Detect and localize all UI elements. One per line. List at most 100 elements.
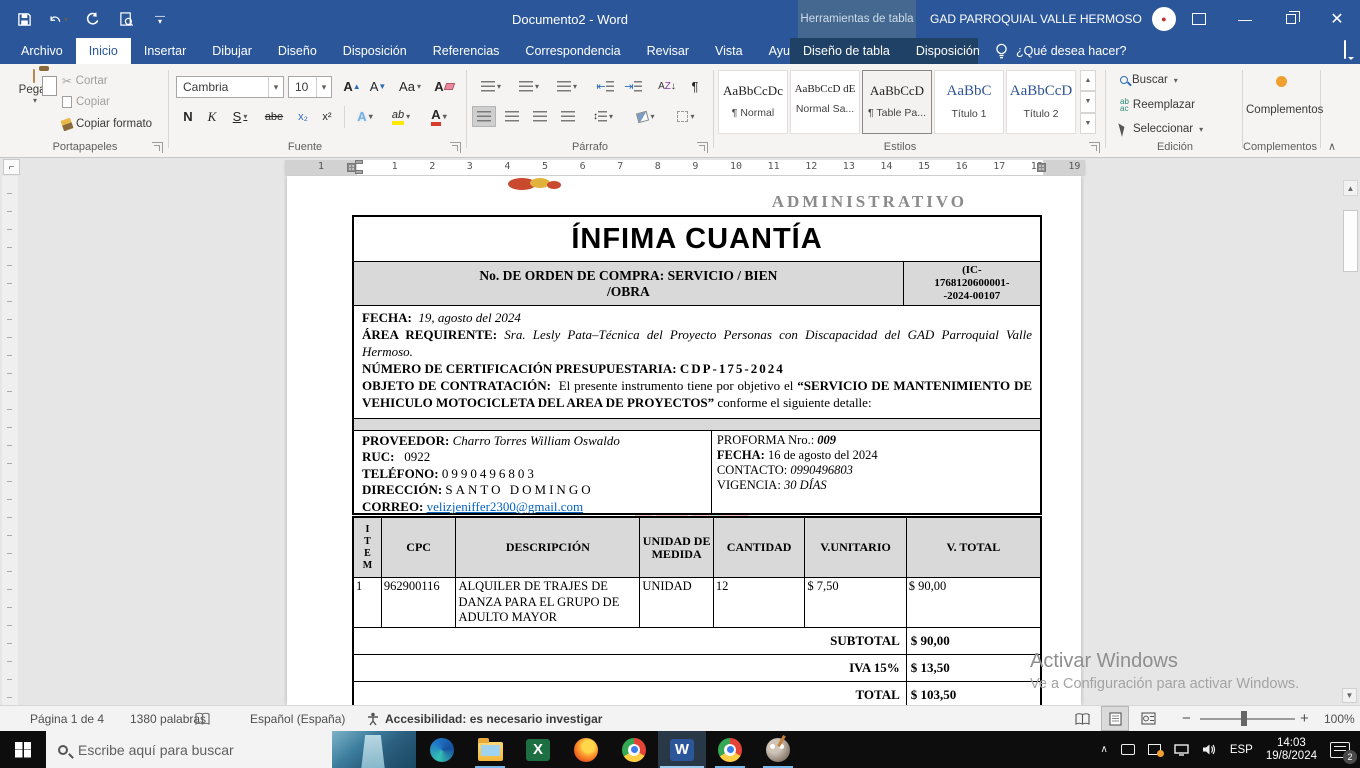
table-column-marker[interactable] (1037, 163, 1046, 172)
read-mode-icon[interactable] (1068, 706, 1096, 731)
language-indicator[interactable]: Español (España) (250, 706, 345, 731)
accessibility-status[interactable]: Accesibilidad: es necesario investigar (366, 706, 602, 731)
tray-expand-icon[interactable]: ∧ (1100, 744, 1107, 755)
justify-button[interactable] (556, 106, 580, 127)
scrollbar-thumb[interactable] (1343, 210, 1358, 272)
tell-me-box[interactable]: ¿Qué desea hacer? (995, 38, 1127, 64)
zoom-in-button[interactable]: + (1300, 706, 1309, 731)
taskbar-file-explorer-icon[interactable] (466, 731, 514, 768)
tab-disposicion[interactable]: Disposición (330, 38, 420, 64)
left-indent-marker[interactable] (355, 170, 363, 174)
style-gallery-more-icon[interactable]: ▼ (1080, 113, 1096, 134)
tab-diseno[interactable]: Diseño (265, 38, 330, 64)
format-painter-button[interactable]: Copiar formato (62, 118, 152, 130)
tab-revisar[interactable]: Revisar (634, 38, 702, 64)
network-icon[interactable] (1174, 744, 1189, 756)
vertical-scrollbar[interactable]: ▲ (1343, 180, 1358, 700)
find-button[interactable]: Buscar▾ (1120, 74, 1178, 86)
update-status-icon[interactable] (1148, 744, 1161, 755)
shading-button[interactable]: ▾ (628, 106, 664, 127)
redo-icon[interactable] (82, 9, 102, 29)
minimize-button[interactable]: — (1222, 0, 1268, 38)
superscript-button[interactable]: x² (316, 106, 338, 127)
shrink-font-button[interactable]: A▼ (366, 76, 390, 97)
save-icon[interactable] (14, 9, 34, 29)
font-color-button[interactable]: A▾ (422, 106, 456, 127)
tab-correspondencia[interactable]: Correspondencia (512, 38, 633, 64)
tab-dibujar[interactable]: Dibujar (199, 38, 265, 64)
paragraph-dialog-launcher[interactable] (697, 142, 708, 153)
tray-language[interactable]: ESP (1230, 744, 1253, 756)
proofing-icon[interactable] (195, 706, 210, 731)
tablet-mode-icon[interactable] (1121, 744, 1135, 755)
taskbar-excel-icon[interactable]: X (514, 731, 562, 768)
style-scroll-down-icon[interactable]: ▼ (1080, 91, 1096, 112)
style-titulo-2[interactable]: AaBbCcDTítulo 2 (1006, 70, 1076, 134)
bold-button[interactable]: N (178, 106, 198, 127)
copy-button[interactable]: Copiar (62, 96, 110, 108)
highlight-button[interactable]: ab▾ (384, 106, 418, 127)
close-button[interactable]: ✕ (1314, 0, 1360, 38)
tray-clock[interactable]: 14:03 19/8/2024 (1266, 737, 1317, 763)
taskbar-word-icon[interactable]: W (658, 731, 706, 768)
undo-dropdown-icon[interactable]: ▾ (64, 15, 68, 24)
taskbar-chrome-icon[interactable] (610, 731, 658, 768)
multilevel-list-button[interactable]: ▾ (550, 76, 584, 97)
decrease-indent-button[interactable]: ⇤ (592, 76, 618, 97)
change-case-button[interactable]: Aa▾ (394, 76, 426, 97)
show-marks-button[interactable]: ¶ (684, 76, 706, 97)
share-comment-icon[interactable] (1344, 41, 1346, 59)
customize-qat-icon[interactable]: —▾ (150, 9, 170, 29)
sort-button[interactable]: AZ↓ (652, 76, 682, 97)
undo-icon[interactable]: ▾ (48, 9, 68, 29)
order-info-table[interactable]: ÍNFIMA CUANTÍA No. DE ORDEN DE COMPRA: S… (352, 215, 1042, 515)
font-dialog-launcher[interactable] (450, 142, 461, 153)
numbering-button[interactable]: ▾ (512, 76, 546, 97)
increase-indent-button[interactable]: ⇥ (620, 76, 646, 97)
volume-icon[interactable] (1202, 743, 1217, 756)
borders-button[interactable]: ▾ (668, 106, 704, 127)
scroll-up-icon[interactable]: ▲ (1343, 180, 1358, 196)
cut-button[interactable]: ✂ Cortar (62, 74, 108, 88)
collapse-ribbon-icon[interactable]: ∧ (1328, 140, 1336, 153)
taskbar-chrome-profile-icon[interactable] (706, 731, 754, 768)
taskbar-firefox-icon[interactable] (562, 731, 610, 768)
document-page[interactable]: ADMINISTRATIVO ÍNFIMA CUANTÍA N (287, 176, 1081, 705)
tab-selector[interactable]: ⌐ (3, 159, 20, 175)
email-link[interactable]: velizjeniffer2300@gmail.com (427, 499, 584, 514)
print-preview-icon[interactable] (116, 9, 136, 29)
styles-dialog-launcher[interactable] (1089, 142, 1100, 153)
web-layout-icon[interactable] (1134, 706, 1162, 731)
align-right-button[interactable] (528, 106, 552, 127)
taskbar-gimp-icon[interactable] (754, 731, 802, 768)
first-line-indent-marker[interactable] (355, 160, 363, 164)
start-button[interactable] (0, 731, 46, 768)
strikethrough-button[interactable]: abe (260, 106, 288, 127)
text-effects-button[interactable]: A▾ (350, 106, 380, 127)
paste-button[interactable]: Pegar ▾ (8, 70, 60, 105)
style-titulo-1[interactable]: AaBbCTítulo 1 (934, 70, 1004, 134)
zoom-out-button[interactable]: − (1182, 706, 1191, 731)
vertical-ruler[interactable] (2, 176, 18, 705)
restore-button[interactable] (1268, 0, 1314, 38)
tab-referencias[interactable]: Referencias (420, 38, 513, 64)
subscript-button[interactable]: x₂ (292, 106, 314, 127)
avatar[interactable]: ● (1152, 7, 1176, 31)
italic-button[interactable]: K (202, 106, 222, 127)
contextual-tab-disposicion[interactable]: Disposición (903, 38, 993, 64)
account-area[interactable]: GAD PARROQUIAL VALLE HERMOSO ● (930, 0, 1176, 38)
scroll-down-icon[interactable]: ▼ (1342, 688, 1357, 703)
align-left-button[interactable] (472, 106, 496, 127)
select-button[interactable]: Seleccionar▾ (1120, 122, 1203, 136)
replace-button[interactable]: abac Reemplazar (1120, 98, 1195, 112)
style-normal-sa[interactable]: AaBbCcD dENormal Sa... (790, 70, 860, 134)
ribbon-display-options-icon[interactable] (1176, 0, 1222, 38)
taskbar-search-input[interactable]: Escribe aquí para buscar (46, 731, 332, 768)
line-spacing-button[interactable]: ↕▾ (586, 106, 620, 127)
page-indicator[interactable]: Página 1 de 4 (30, 706, 104, 731)
style-normal[interactable]: AaBbCcDc¶ Normal (718, 70, 788, 134)
horizontal-ruler[interactable]: 1 12345678910111213141516171819 (285, 160, 1085, 175)
grow-font-button[interactable]: A▲ (340, 76, 364, 97)
contextual-tab-diseno-de-tabla[interactable]: Diseño de tabla (790, 38, 903, 64)
style-table-pa[interactable]: AaBbCcD¶ Table Pa... (862, 70, 932, 134)
